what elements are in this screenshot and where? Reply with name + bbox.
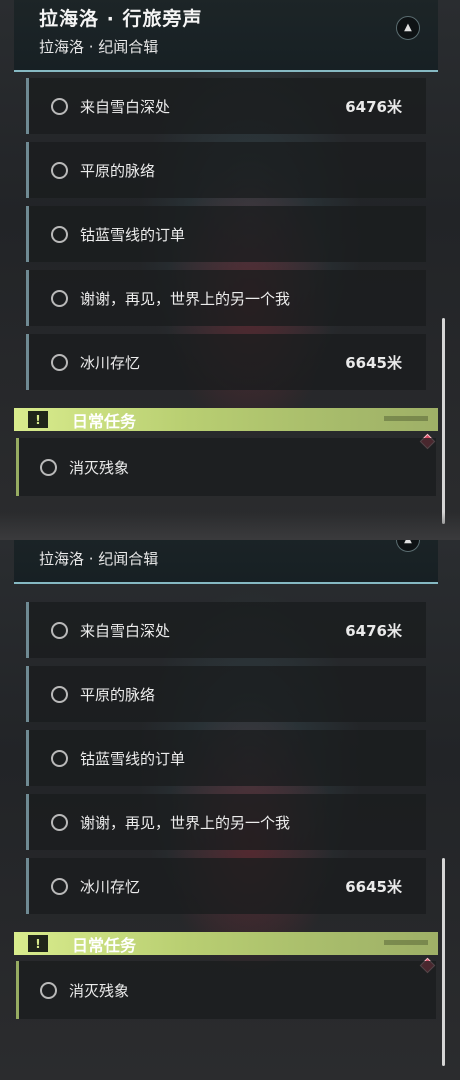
scrollbar-thumb[interactable] bbox=[442, 858, 445, 1066]
daily-quests-title: 日常任务 bbox=[72, 411, 137, 431]
quest-item[interactable]: 来自雪白深处 6476米 bbox=[26, 602, 426, 658]
collapse-button[interactable]: ▲ bbox=[396, 540, 420, 552]
collapse-button[interactable]: ▲ bbox=[396, 16, 420, 40]
chevron-up-icon: ▲ bbox=[404, 540, 412, 545]
quest-status-circle-icon bbox=[51, 621, 68, 639]
quest-name: 冰川存忆 bbox=[80, 877, 141, 896]
quest-status-circle-icon bbox=[51, 877, 68, 895]
quest-item[interactable]: 谢谢，再见，世界上的另一个我 bbox=[26, 794, 426, 850]
alert-icon: ! bbox=[28, 411, 48, 428]
quest-name: 来自雪白深处 bbox=[80, 621, 171, 640]
quest-item[interactable]: 平原的脉络 bbox=[26, 666, 426, 722]
quest-status-circle-icon bbox=[40, 981, 57, 999]
quest-header[interactable]: 拉海洛 · 行旅旁声 拉海洛 · 纪闻合辑 ▲ bbox=[14, 540, 438, 584]
quest-panel-top: 拉海洛 · 行旅旁声 拉海洛 · 纪闻合辑 ▲ 来自雪白深处 6476米 平原的… bbox=[0, 0, 460, 540]
quest-name: 冰川存忆 bbox=[80, 353, 141, 372]
quest-distance: 6476米 bbox=[345, 621, 402, 640]
quest-status-circle-icon bbox=[51, 749, 68, 767]
scrollbar-thumb[interactable] bbox=[442, 318, 445, 524]
quest-series-title: 拉海洛 · 行旅旁声 bbox=[39, 540, 202, 543]
quest-distance: 6476米 bbox=[345, 97, 402, 116]
quest-item[interactable]: 钴蓝雪线的订单 bbox=[26, 730, 426, 786]
daily-quests-header[interactable]: ! 日常任务 bbox=[14, 932, 438, 955]
quest-item[interactable]: 冰川存忆 6645米 bbox=[26, 858, 426, 914]
daily-quest-item[interactable]: 消灭残象 bbox=[16, 961, 436, 1019]
quest-name: 平原的脉络 bbox=[80, 685, 156, 704]
daily-quest-item[interactable]: 消灭残象 bbox=[16, 438, 436, 496]
quest-panel-bottom: 拉海洛 · 行旅旁声 拉海洛 · 纪闻合辑 ▲ 来自雪白深处 6476米 平原的… bbox=[0, 540, 460, 1080]
header-decoration bbox=[384, 416, 428, 421]
quest-name: 谢谢，再见，世界上的另一个我 bbox=[80, 289, 291, 308]
quest-name: 谢谢，再见，世界上的另一个我 bbox=[80, 813, 291, 832]
quest-status-circle-icon bbox=[51, 161, 68, 179]
quest-series-subtitle: 拉海洛 · 纪闻合辑 bbox=[39, 38, 159, 56]
quest-distance: 6645米 bbox=[345, 353, 402, 372]
chevron-up-icon: ▲ bbox=[404, 22, 412, 33]
quest-item[interactable]: 冰川存忆 6645米 bbox=[26, 334, 426, 390]
header-decoration bbox=[384, 940, 428, 945]
daily-quest-name: 消灭残象 bbox=[69, 981, 130, 1000]
quest-status-circle-icon bbox=[51, 685, 68, 703]
quest-item[interactable]: 来自雪白深处 6476米 bbox=[26, 78, 426, 134]
quest-name: 来自雪白深处 bbox=[80, 97, 171, 116]
daily-quests-title: 日常任务 bbox=[72, 935, 137, 955]
quest-status-circle-icon bbox=[51, 289, 68, 307]
daily-quests-header[interactable]: ! 日常任务 bbox=[14, 408, 438, 431]
daily-quest-name: 消灭残象 bbox=[69, 458, 130, 477]
quest-item[interactable]: 平原的脉络 bbox=[26, 142, 426, 198]
quest-series-subtitle: 拉海洛 · 纪闻合辑 bbox=[39, 550, 159, 568]
quest-status-circle-icon bbox=[51, 225, 68, 243]
quest-status-circle-icon bbox=[40, 458, 57, 476]
quest-header[interactable]: 拉海洛 · 行旅旁声 拉海洛 · 纪闻合辑 ▲ bbox=[14, 0, 438, 72]
quest-item[interactable]: 钴蓝雪线的订单 bbox=[26, 206, 426, 262]
quest-series-title: 拉海洛 · 行旅旁声 bbox=[39, 8, 203, 30]
quest-name: 钴蓝雪线的订单 bbox=[80, 225, 186, 244]
quest-name: 平原的脉络 bbox=[80, 161, 156, 180]
quest-status-circle-icon bbox=[51, 813, 68, 831]
quest-name: 钴蓝雪线的订单 bbox=[80, 749, 186, 768]
quest-item[interactable]: 谢谢，再见，世界上的另一个我 bbox=[26, 270, 426, 326]
quest-status-circle-icon bbox=[51, 97, 68, 115]
quest-status-circle-icon bbox=[51, 353, 68, 371]
alert-icon: ! bbox=[28, 935, 48, 952]
quest-distance: 6645米 bbox=[345, 877, 402, 896]
